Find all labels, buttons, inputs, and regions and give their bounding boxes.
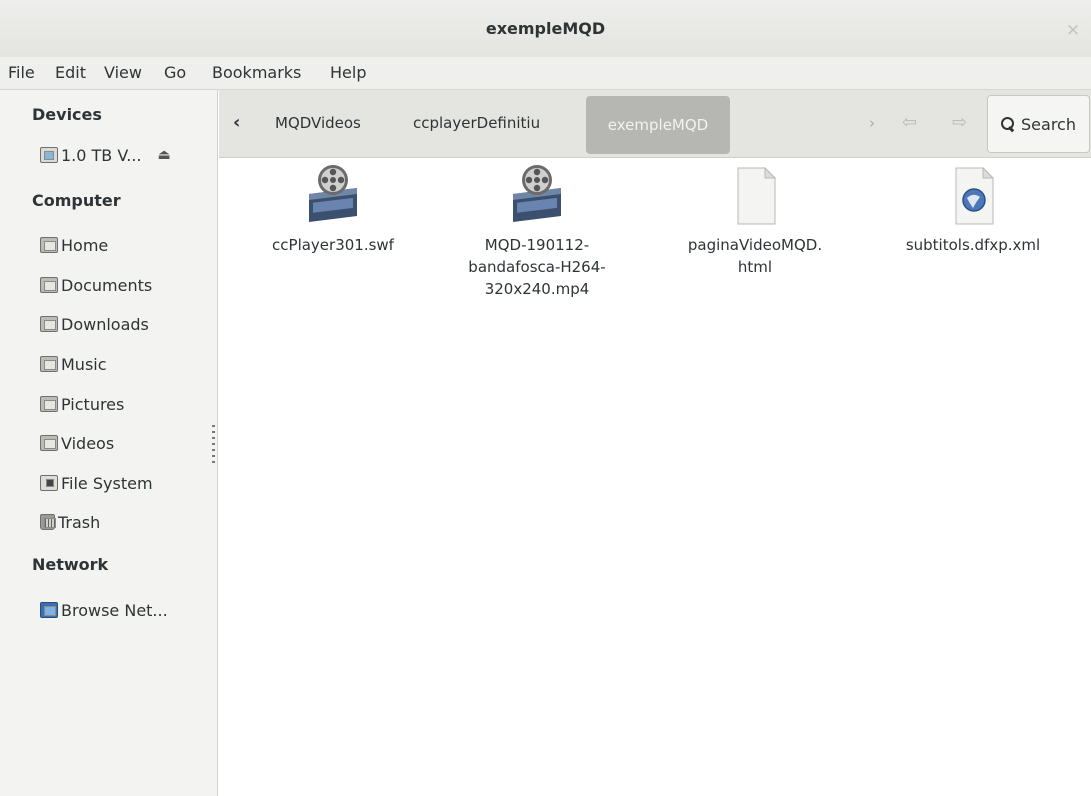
sidebar-item-videos[interactable]: Videos bbox=[40, 430, 210, 456]
path-back-button[interactable]: ‹ bbox=[233, 112, 240, 133]
search-label: Search bbox=[1021, 114, 1076, 134]
file-view: ccPlayer301.swf MQD-190112- bandafosca-H… bbox=[219, 158, 1091, 796]
home-folder-icon bbox=[40, 237, 58, 253]
sidebar-item-label: Browse Net... bbox=[61, 600, 168, 620]
sidebar-item-label: Downloads bbox=[61, 314, 149, 334]
drive-icon bbox=[40, 147, 58, 163]
close-button[interactable]: × bbox=[1061, 18, 1085, 42]
menu-bar: File Edit View Go Bookmarks Help bbox=[0, 57, 1091, 90]
music-folder-icon bbox=[40, 356, 58, 372]
xml-document-icon bbox=[955, 166, 995, 225]
eject-icon[interactable]: ⏏ bbox=[158, 147, 171, 163]
menu-view[interactable]: View bbox=[104, 63, 142, 82]
window-title: exempleMQD bbox=[485, 19, 606, 38]
path-bar: ‹ MQDVideos ccplayerDefinitiu exempleMQD… bbox=[219, 90, 1091, 158]
downloads-folder-icon bbox=[40, 316, 58, 332]
sidebar-item-browse-network[interactable]: Browse Net... bbox=[40, 597, 210, 623]
file-name-line: html bbox=[737, 258, 773, 276]
file-name: paginaVideoMQD. html bbox=[655, 234, 855, 278]
sidebar: Devices 1.0 TB V... ⏏ Computer Home Docu… bbox=[0, 90, 218, 796]
breadcrumb-exemplemqd[interactable]: exempleMQD bbox=[586, 96, 730, 154]
sidebar-item-label: Documents bbox=[61, 275, 153, 295]
file-name-line: MQD-190112- bbox=[484, 236, 590, 254]
sidebar-item-music[interactable]: Music bbox=[40, 351, 210, 377]
file-name-line: 320x240.mp4 bbox=[484, 280, 590, 298]
file-system-icon bbox=[40, 475, 58, 491]
breadcrumb-ccplayerdefinitiu[interactable]: ccplayerDefinitiu bbox=[413, 114, 540, 132]
sidebar-item-drive[interactable]: 1.0 TB V... ⏏ bbox=[40, 142, 210, 168]
menu-edit[interactable]: Edit bbox=[55, 63, 86, 82]
menu-help[interactable]: Help bbox=[330, 63, 366, 82]
blank-document-icon bbox=[737, 166, 777, 225]
sidebar-item-label: Videos bbox=[61, 433, 115, 453]
sidebar-item-label: Music bbox=[61, 354, 107, 374]
file-name-line: paginaVideoMQD. bbox=[687, 236, 823, 254]
history-back-icon[interactable]: ⇦ bbox=[902, 112, 917, 133]
documents-folder-icon bbox=[40, 277, 58, 293]
file-item[interactable]: MQD-190112- bandafosca-H264- 320x240.mp4 bbox=[437, 164, 637, 300]
menu-go[interactable]: Go bbox=[164, 63, 186, 82]
sidebar-item-documents[interactable]: Documents bbox=[40, 272, 210, 298]
file-item[interactable]: subtitols.dfxp.xml bbox=[873, 164, 1073, 256]
sidebar-item-home[interactable]: Home bbox=[40, 232, 210, 258]
sidebar-heading-computer: Computer bbox=[32, 191, 121, 210]
file-name: MQD-190112- bandafosca-H264- 320x240.mp4 bbox=[437, 234, 637, 300]
file-item[interactable]: ccPlayer301.swf bbox=[233, 164, 433, 256]
sidebar-resize-handle[interactable] bbox=[212, 425, 215, 467]
video-file-icon bbox=[309, 165, 357, 222]
sidebar-item-trash[interactable]: Trash bbox=[40, 509, 210, 535]
search-icon bbox=[1001, 117, 1015, 131]
search-button[interactable]: Search bbox=[987, 95, 1090, 153]
sidebar-item-downloads[interactable]: Downloads bbox=[40, 311, 210, 337]
sidebar-item-pictures[interactable]: Pictures bbox=[40, 391, 210, 417]
sidebar-heading-devices: Devices bbox=[32, 105, 102, 124]
file-name: ccPlayer301.swf bbox=[272, 236, 394, 254]
path-forward-button[interactable]: › bbox=[869, 114, 875, 132]
sidebar-item-label: File System bbox=[61, 473, 153, 493]
videos-folder-icon bbox=[40, 435, 58, 451]
sidebar-heading-network: Network bbox=[32, 555, 109, 574]
sidebar-item-label: Pictures bbox=[61, 394, 125, 414]
sidebar-item-file-system[interactable]: File System bbox=[40, 470, 210, 496]
title-bar: exempleMQD × bbox=[0, 0, 1091, 57]
network-icon bbox=[40, 602, 58, 618]
pictures-folder-icon bbox=[40, 396, 58, 412]
menu-file[interactable]: File bbox=[8, 63, 35, 82]
breadcrumb-mqdvideos[interactable]: MQDVideos bbox=[275, 114, 361, 132]
sidebar-item-label: Trash bbox=[58, 512, 101, 532]
file-name-line: bandafosca-H264- bbox=[468, 258, 606, 276]
sidebar-item-label: Home bbox=[61, 235, 109, 255]
file-item[interactable]: paginaVideoMQD. html bbox=[655, 164, 855, 278]
history-forward-icon[interactable]: ⇨ bbox=[952, 112, 967, 133]
video-file-icon bbox=[513, 165, 561, 222]
sidebar-item-label: 1.0 TB V... bbox=[61, 145, 142, 165]
trash-icon bbox=[40, 514, 56, 530]
menu-bookmarks[interactable]: Bookmarks bbox=[212, 63, 301, 82]
file-name: subtitols.dfxp.xml bbox=[905, 236, 1041, 254]
